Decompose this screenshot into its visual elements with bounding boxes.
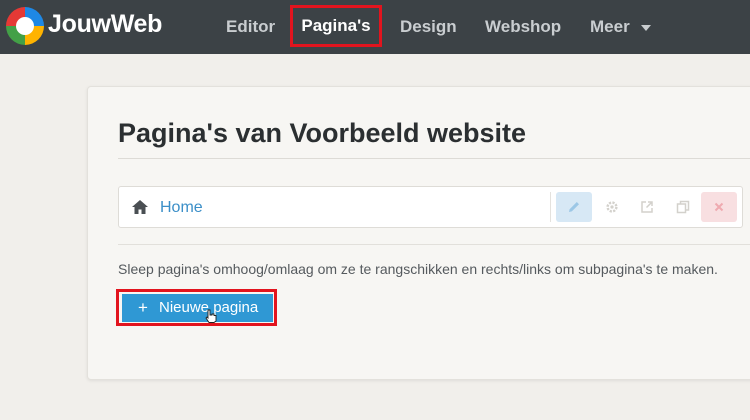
divider <box>118 158 750 159</box>
copy-icon <box>676 200 690 214</box>
home-icon <box>132 200 148 214</box>
plus-icon: + <box>138 298 148 317</box>
delete-page-button[interactable] <box>701 192 737 222</box>
copy-page-button[interactable] <box>665 192 701 222</box>
close-icon <box>714 202 724 212</box>
gear-icon <box>606 201 618 213</box>
divider <box>118 244 750 245</box>
external-link-icon <box>641 201 653 213</box>
nav-meer[interactable]: Meer <box>590 17 630 37</box>
page-link-home[interactable]: Home <box>160 199 203 217</box>
brand-name[interactable]: JouwWeb <box>48 10 162 39</box>
divider <box>550 192 551 222</box>
page-title: Pagina's van Voorbeeld website <box>118 118 527 148</box>
nav-design[interactable]: Design <box>400 17 457 37</box>
chevron-down-icon[interactable] <box>641 25 651 31</box>
top-navigation-bar: JouwWeb Editor Pagina's Design Webshop M… <box>0 0 750 54</box>
nav-editor[interactable]: Editor <box>226 17 275 37</box>
page-settings-button[interactable] <box>594 192 630 222</box>
open-page-button[interactable] <box>629 192 665 222</box>
nav-paginas[interactable]: Pagina's <box>290 5 382 47</box>
jouwweb-logo-icon[interactable] <box>6 7 44 45</box>
reorder-hint: Sleep pagina's omhoog/omlaag om ze te ra… <box>118 261 718 277</box>
pencil-icon <box>569 202 579 212</box>
new-page-button[interactable]: + Nieuwe pagina <box>122 294 273 322</box>
hand-cursor-icon <box>205 309 217 323</box>
nav-webshop[interactable]: Webshop <box>485 17 561 37</box>
edit-page-button[interactable] <box>556 192 592 222</box>
